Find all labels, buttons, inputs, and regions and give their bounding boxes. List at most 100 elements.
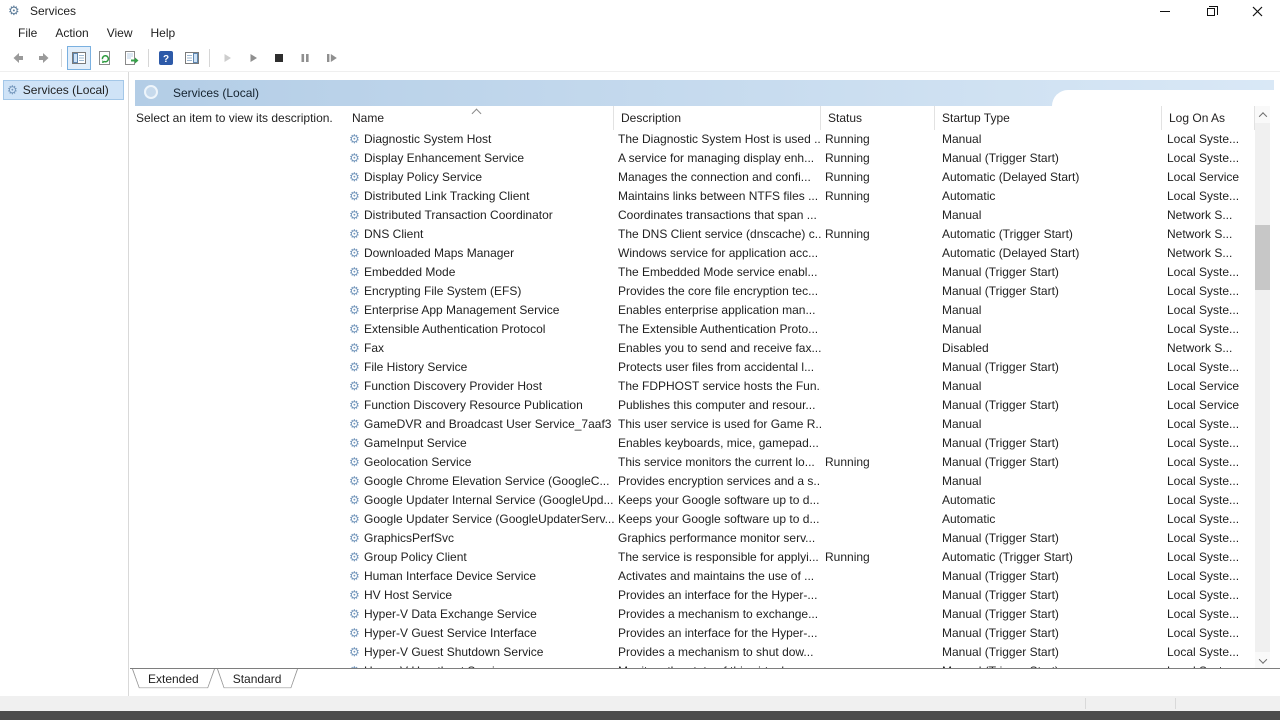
service-gear-icon: ⚙ — [349, 643, 364, 662]
column-header-description[interactable]: Description — [614, 106, 821, 130]
service-status — [821, 415, 935, 434]
service-name: Function Discovery Resource Publication — [364, 396, 583, 415]
tab-standard[interactable]: Standard — [217, 669, 298, 692]
service-status — [821, 624, 935, 643]
service-startup-type: Manual (Trigger Start) — [935, 263, 1162, 282]
table-row[interactable]: ⚙ GameDVR and Broadcast User Service_7aa… — [345, 415, 1255, 434]
table-row[interactable]: ⚙ Display Policy Service Manages the con… — [345, 168, 1255, 187]
service-status: Running — [821, 453, 935, 472]
service-status — [821, 472, 935, 491]
restore-button[interactable] — [1188, 0, 1234, 22]
back-button[interactable] — [6, 46, 30, 70]
table-row[interactable]: ⚙ Fax Enables you to send and receive fa… — [345, 339, 1255, 358]
table-row[interactable]: ⚙ Function Discovery Resource Publicatio… — [345, 396, 1255, 415]
pause-service-button[interactable] — [293, 46, 317, 70]
table-row[interactable]: ⚙ Diagnostic System Host The Diagnostic … — [345, 130, 1255, 149]
forward-button[interactable] — [32, 46, 56, 70]
toolbar: ? — [0, 44, 1280, 72]
table-row[interactable]: ⚙ Hyper-V Data Exchange Service Provides… — [345, 605, 1255, 624]
table-row[interactable]: ⚙ GraphicsPerfSvc Graphics performance m… — [345, 529, 1255, 548]
service-log-on-as: Network S... — [1162, 225, 1255, 244]
table-row[interactable]: ⚙ Extensible Authentication Protocol The… — [345, 320, 1255, 339]
service-gear-icon: ⚙ — [349, 434, 364, 453]
table-row[interactable]: ⚙ Google Chrome Elevation Service (Googl… — [345, 472, 1255, 491]
minimize-button[interactable] — [1142, 0, 1188, 22]
service-log-on-as: Local Service — [1162, 377, 1255, 396]
restart-service-button[interactable] — [319, 46, 343, 70]
service-log-on-as: Local Syste... — [1162, 624, 1255, 643]
table-row[interactable]: ⚙ Human Interface Device Service Activat… — [345, 567, 1255, 586]
table-row[interactable]: ⚙ GameInput Service Enables keyboards, m… — [345, 434, 1255, 453]
show-action-pane-button[interactable] — [180, 46, 204, 70]
table-row[interactable]: ⚙ Embedded Mode The Embedded Mode servic… — [345, 263, 1255, 282]
table-row[interactable]: ⚙ Hyper-V Guest Service Interface Provid… — [345, 624, 1255, 643]
table-row[interactable]: ⚙ Enterprise App Management Service Enab… — [345, 301, 1255, 320]
service-log-on-as: Local Syste... — [1162, 472, 1255, 491]
service-name: Diagnostic System Host — [364, 130, 491, 149]
service-description: Provides encryption services and a s... — [614, 472, 821, 491]
service-gear-icon: ⚙ — [349, 548, 364, 567]
column-header-name[interactable]: Name — [345, 106, 614, 130]
resume-service-button[interactable] — [241, 46, 265, 70]
table-row[interactable]: ⚙ DNS Client The DNS Client service (dns… — [345, 225, 1255, 244]
table-row[interactable]: ⚙ Hyper-V Guest Shutdown Service Provide… — [345, 643, 1255, 662]
scrollbar-thumb[interactable] — [1255, 225, 1270, 290]
table-row[interactable]: ⚙ Encrypting File System (EFS) Provides … — [345, 282, 1255, 301]
service-status — [821, 396, 935, 415]
table-row[interactable]: ⚙ Downloaded Maps Manager Windows servic… — [345, 244, 1255, 263]
tree-item-services-local[interactable]: ⚙ Services (Local) — [3, 80, 124, 100]
table-row[interactable]: ⚙ Google Updater Service (GoogleUpdaterS… — [345, 510, 1255, 529]
service-gear-icon: ⚙ — [349, 130, 364, 149]
table-row[interactable]: ⚙ HV Host Service Provides an interface … — [345, 586, 1255, 605]
service-log-on-as: Local Syste... — [1162, 491, 1255, 510]
service-log-on-as: Local Syste... — [1162, 529, 1255, 548]
column-header-startup-type[interactable]: Startup Type — [935, 106, 1162, 130]
service-startup-type: Manual (Trigger Start) — [935, 149, 1162, 168]
table-row[interactable]: ⚙ Distributed Transaction Coordinator Co… — [345, 206, 1255, 225]
tab-extended[interactable]: Extended — [132, 669, 215, 692]
export-list-button[interactable] — [119, 46, 143, 70]
show-console-tree-button[interactable] — [67, 46, 91, 70]
service-status — [821, 339, 935, 358]
table-row[interactable]: ⚙ Group Policy Client The service is res… — [345, 548, 1255, 567]
table-row[interactable]: ⚙ Display Enhancement Service A service … — [345, 149, 1255, 168]
column-header-log-on-as[interactable]: Log On As — [1162, 106, 1255, 130]
help-button[interactable]: ? — [154, 46, 178, 70]
service-log-on-as: Local Syste... — [1162, 605, 1255, 624]
service-status — [821, 529, 935, 548]
table-row[interactable]: ⚙ Google Updater Internal Service (Googl… — [345, 491, 1255, 510]
service-startup-type: Automatic (Delayed Start) — [935, 244, 1162, 263]
service-name: Hyper-V Guest Service Interface — [364, 624, 537, 643]
menu-view[interactable]: View — [98, 22, 142, 44]
refresh-button[interactable] — [93, 46, 117, 70]
service-name: Fax — [364, 339, 384, 358]
scroll-down-button[interactable] — [1255, 652, 1270, 669]
service-name: Display Policy Service — [364, 168, 482, 187]
start-service-button[interactable] — [215, 46, 239, 70]
table-row[interactable]: ⚙ Geolocation Service This service monit… — [345, 453, 1255, 472]
menu-action[interactable]: Action — [46, 22, 97, 44]
service-startup-type: Manual (Trigger Start) — [935, 282, 1162, 301]
table-row[interactable]: ⚙ Function Discovery Provider Host The F… — [345, 377, 1255, 396]
vertical-scrollbar[interactable] — [1255, 106, 1270, 669]
service-log-on-as: Local Syste... — [1162, 434, 1255, 453]
table-row[interactable]: ⚙ File History Service Protects user fil… — [345, 358, 1255, 377]
service-startup-type: Manual — [935, 206, 1162, 225]
column-header-status[interactable]: Status — [821, 106, 935, 130]
service-name: Distributed Link Tracking Client — [364, 187, 529, 206]
service-log-on-as: Local Syste... — [1162, 510, 1255, 529]
service-startup-type: Automatic (Trigger Start) — [935, 225, 1162, 244]
stop-service-button[interactable] — [267, 46, 291, 70]
service-name: Human Interface Device Service — [364, 567, 536, 586]
service-log-on-as: Local Syste... — [1162, 453, 1255, 472]
close-button[interactable] — [1234, 0, 1280, 22]
service-startup-type: Automatic (Delayed Start) — [935, 168, 1162, 187]
menu-file[interactable]: File — [9, 22, 46, 44]
menu-help[interactable]: Help — [142, 22, 185, 44]
close-icon — [1252, 6, 1263, 17]
table-row[interactable]: ⚙ Distributed Link Tracking Client Maint… — [345, 187, 1255, 206]
service-startup-type: Manual (Trigger Start) — [935, 605, 1162, 624]
scroll-up-button[interactable] — [1255, 106, 1270, 123]
service-log-on-as: Local Syste... — [1162, 548, 1255, 567]
service-gear-icon: ⚙ — [349, 358, 364, 377]
